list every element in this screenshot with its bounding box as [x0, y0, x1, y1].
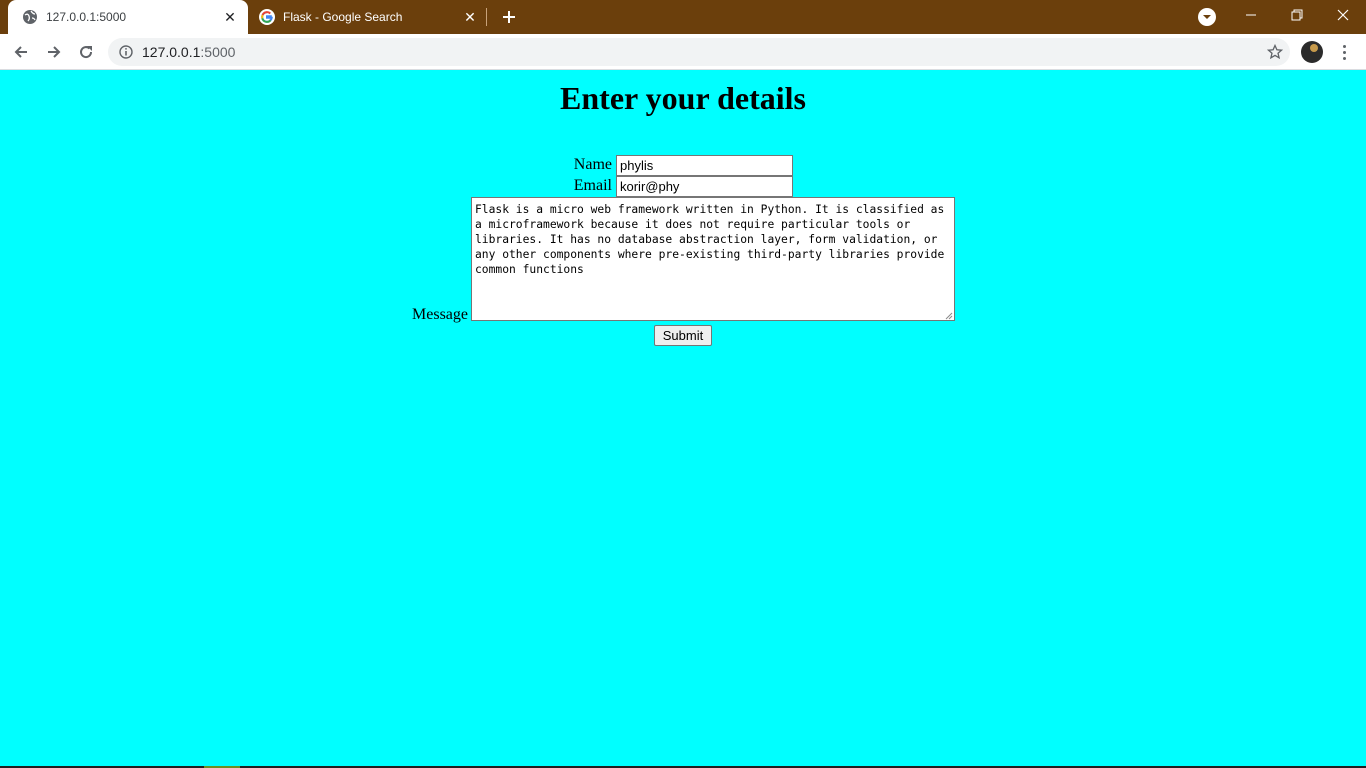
- minimize-button[interactable]: [1228, 0, 1274, 30]
- profile-avatar[interactable]: [1301, 41, 1323, 63]
- message-textarea[interactable]: Flask is a micro web framework written i…: [471, 197, 955, 321]
- message-label: Message: [412, 306, 468, 323]
- name-label: Name: [573, 156, 612, 173]
- globe-icon: [22, 9, 38, 25]
- new-tab-button[interactable]: [498, 6, 520, 28]
- bookmark-star-icon[interactable]: [1266, 43, 1284, 61]
- tab-search-dropdown-icon[interactable]: [1198, 8, 1216, 26]
- tab-flask-search[interactable]: Flask - Google Search ✕: [248, 0, 488, 34]
- tab-localhost[interactable]: 127.0.0.1:5000 ✕: [8, 0, 248, 34]
- tab-title: Flask - Google Search: [283, 10, 403, 24]
- url-text: 127.0.0.1:5000: [142, 44, 235, 60]
- email-input[interactable]: korir@phy: [616, 176, 793, 197]
- menu-kebab-icon[interactable]: [1334, 42, 1354, 62]
- back-arrow-icon: [14, 46, 27, 58]
- reload-button[interactable]: [72, 38, 100, 66]
- address-bar[interactable]: 127.0.0.1:5000: [108, 38, 1290, 66]
- email-label: Email: [573, 177, 612, 194]
- reload-icon: [80, 46, 93, 59]
- info-icon[interactable]: [118, 44, 134, 60]
- submit-button[interactable]: Submit: [654, 325, 712, 346]
- tab-title: 127.0.0.1:5000: [46, 10, 127, 24]
- page-content: Enter your details Name phylis Email kor…: [0, 71, 1366, 768]
- forward-arrow-icon: [48, 46, 61, 58]
- close-tab-icon[interactable]: ✕: [222, 9, 238, 25]
- restore-button[interactable]: [1274, 0, 1320, 30]
- forward-button[interactable]: [40, 38, 68, 66]
- back-button[interactable]: [7, 38, 35, 66]
- page-heading: Enter your details: [560, 80, 806, 116]
- resize-handle-icon[interactable]: [944, 311, 953, 320]
- name-input[interactable]: phylis: [616, 155, 793, 176]
- tab-strip: 127.0.0.1:5000 ✕ Flask - Google Search ✕: [0, 0, 1366, 34]
- url-host: 127.0.0.1: [142, 44, 201, 60]
- close-window-button[interactable]: [1320, 0, 1366, 30]
- tab-divider: [486, 8, 487, 26]
- google-g-icon: [259, 9, 275, 25]
- url-port: :5000: [200, 44, 236, 60]
- close-tab-icon[interactable]: ✕: [462, 9, 478, 25]
- browser-toolbar: 127.0.0.1:5000: [0, 34, 1366, 70]
